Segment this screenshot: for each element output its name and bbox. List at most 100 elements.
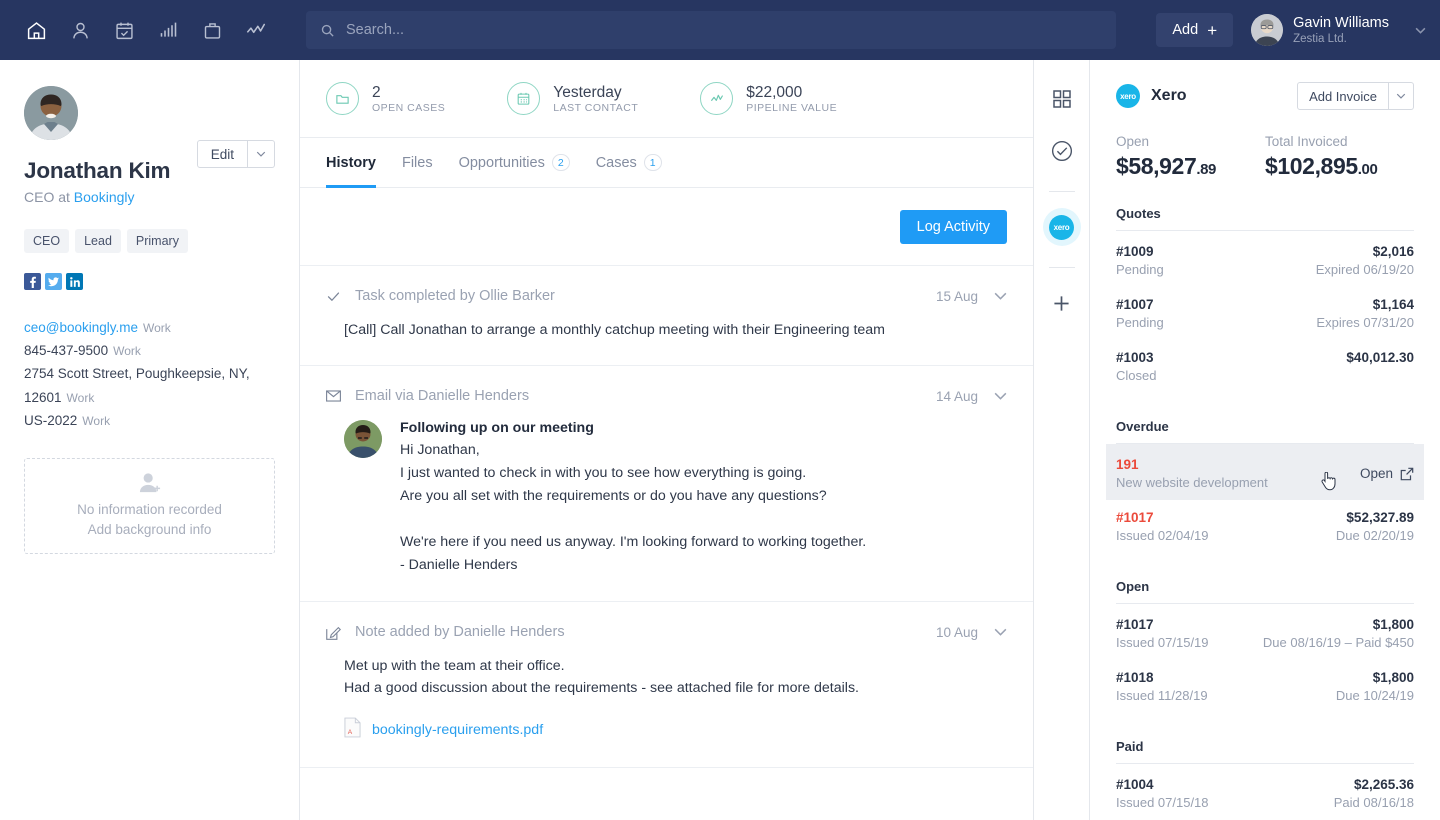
chevron-down-icon[interactable] [1415,27,1426,34]
open-label: Open [1360,466,1393,481]
row-right: $2,265.36 Paid 08/16/18 [1334,777,1414,810]
tag-ceo[interactable]: CEO [24,229,69,253]
external-link-icon [1400,467,1414,481]
folder-icon [326,82,359,115]
briefcase-icon[interactable] [190,8,234,52]
invoice-id: #1009 [1116,244,1164,259]
calendar-check-icon[interactable] [102,8,146,52]
case-id: 191 [1116,457,1268,472]
email-link[interactable]: ceo@bookingly.me [24,320,138,335]
phone-label: Work [113,344,141,358]
feed-item-title: Note added by Danielle Henders [355,624,565,640]
rail-divider [1049,267,1075,268]
contact-phone-row: 845-437-9500Work [24,339,275,362]
search-bar[interactable] [306,11,1116,49]
tab-files[interactable]: Files [402,138,433,188]
total-label: Open [1116,134,1265,149]
address-line-2: 12601 [24,390,62,405]
edit-button[interactable]: Edit [197,140,248,168]
chevron-down-icon[interactable] [994,628,1007,636]
feed-item-date: 14 Aug [936,389,978,404]
tab-label: Cases [596,155,637,171]
invoice-status: Closed [1116,368,1156,383]
feed-item-title: Task completed by Ollie Barker [355,288,555,304]
contact-profile-sidebar: Edit Jonathan Kim CEO at Bookingly [0,60,300,820]
chevron-down-icon[interactable] [994,392,1007,400]
role-prefix: CEO at [24,189,74,205]
invoice-id: #1007 [1116,297,1164,312]
open-invoice-link[interactable]: Open [1360,466,1414,481]
invoice-due: Due 02/20/19 [1336,528,1414,543]
add-button[interactable]: Add + [1156,13,1233,47]
total-open: Open $58,927.89 [1116,134,1265,180]
tag-primary[interactable]: Primary [127,229,188,253]
feed-item-body: Met up with the team at their office. Ha… [326,655,1007,699]
total-whole: $102,895 [1265,153,1358,179]
facebook-icon[interactable] [24,273,41,290]
row-left: 191 New website development [1116,457,1268,490]
contact-address-row: 2754 Scott Street, Poughkeepsie, NY, 126… [24,362,275,408]
xero-integration-panel: xero Xero Add Invoice Open $58,927.89 To… [1090,60,1440,820]
add-invoice-chevron-down-icon[interactable] [1389,82,1414,110]
total-cents: .00 [1358,161,1378,178]
row-right: $1,164 Expires 07/31/20 [1316,297,1414,330]
table-row[interactable]: #1004 Issued 07/15/18 $2,265.36 Paid 08/… [1106,764,1424,820]
avatar [1251,14,1283,46]
attachment-link[interactable]: bookingly-requirements.pdf [372,722,543,738]
add-background-info-box[interactable]: No information recorded Add background i… [24,458,275,554]
add-invoice-button-group: Add Invoice [1297,82,1414,110]
table-row[interactable]: #1003 Closed $40,012.30 [1106,340,1424,393]
stat-last-contact: Yesterday LAST CONTACT [507,82,638,115]
invoice-amount: $1,800 [1263,617,1414,632]
xero-icon[interactable]: xero [1043,208,1081,246]
background-empty-line-1: No information recorded [77,500,222,520]
search-input[interactable] [346,22,1102,38]
svg-text:A: A [348,729,353,736]
bar-chart-icon[interactable] [146,8,190,52]
table-row[interactable]: #1009 Pending $2,016 Expired 06/19/20 [1106,231,1424,287]
grid-icon[interactable] [1043,80,1081,118]
table-row[interactable]: #1018 Issued 11/28/19 $1,800 Due 10/24/1… [1106,660,1424,713]
contact-tags: CEO Lead Primary [24,229,275,253]
email-sender-avatar [344,420,382,458]
edit-dropdown-chevron-down-icon[interactable] [248,140,275,168]
tag-lead[interactable]: Lead [75,229,121,253]
home-icon[interactable] [14,8,58,52]
check-icon [326,289,346,304]
email-body: I just wanted to check in with you to se… [400,462,1007,577]
integration-rail: xero [1033,60,1090,820]
row-left: #1018 Issued 11/28/19 [1116,670,1208,703]
company-link[interactable]: Bookingly [74,189,135,205]
invoice-amount: $52,327.89 [1336,510,1414,525]
table-row[interactable]: #1007 Pending $1,164 Expires 07/31/20 [1106,287,1424,340]
main-body: Edit Jonathan Kim CEO at Bookingly [0,60,1440,820]
activity-line-icon[interactable] [234,8,278,52]
edit-button-group: Edit [197,140,275,168]
tab-opportunities[interactable]: Opportunities 2 [459,138,570,188]
add-invoice-button[interactable]: Add Invoice [1297,82,1389,110]
row-left: #1017 Issued 07/15/19 [1116,617,1209,650]
linkedin-icon[interactable] [66,273,83,290]
stat-pipeline-value: $22,000 PIPELINE VALUE [700,82,837,115]
tab-history[interactable]: History [326,138,376,188]
total-whole: $58,927 [1116,153,1196,179]
chevron-down-icon[interactable] [994,292,1007,300]
invoice-amount: $2,265.36 [1334,777,1414,792]
feed-toolbar: Log Activity [300,188,1033,266]
tab-label: Files [402,155,433,171]
activity-feed: Log Activity Task completed by Ollie Bar… [300,188,1033,820]
table-row[interactable]: #1017 Issued 02/04/19 $52,327.89 Due 02/… [1106,500,1424,553]
person-icon[interactable] [58,8,102,52]
invoice-id: #1017 [1116,510,1209,525]
table-row-highlighted[interactable]: 191 New website development Open [1106,444,1424,500]
table-row[interactable]: #1017 Issued 07/15/19 $1,800 Due 08/16/1… [1106,604,1424,660]
plus-icon[interactable] [1043,284,1081,322]
log-activity-button[interactable]: Log Activity [900,210,1007,244]
twitter-icon[interactable] [45,273,62,290]
check-circle-icon[interactable] [1043,132,1081,170]
tab-cases[interactable]: Cases 1 [596,138,662,188]
feed-item-note: Note added by Danielle Henders 10 Aug Me… [300,602,1033,768]
invoice-id: #1018 [1116,670,1208,685]
background-empty-line-2: Add background info [88,520,212,540]
user-menu[interactable]: Gavin Williams Zestia Ltd. [1251,14,1389,47]
